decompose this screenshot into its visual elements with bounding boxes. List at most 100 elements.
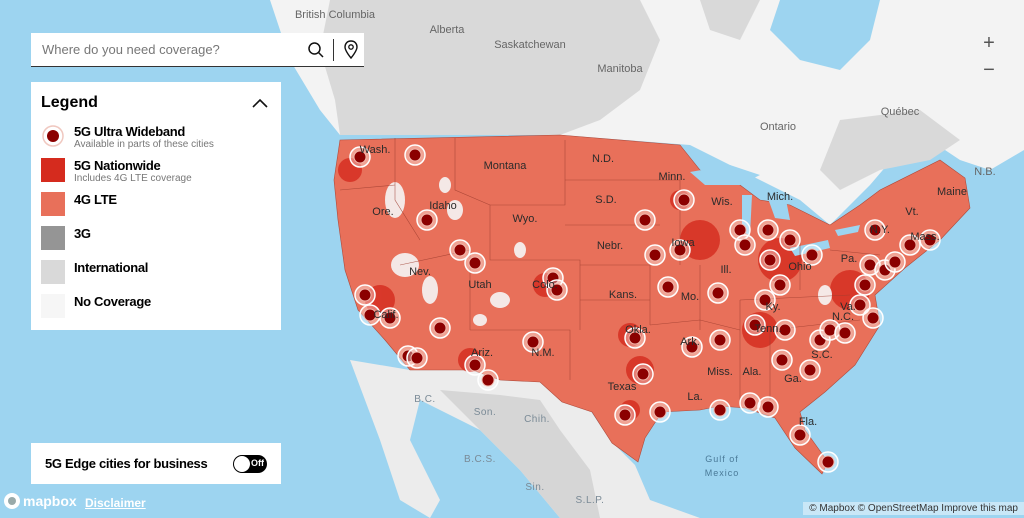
map-label-us: S.D. [595, 194, 616, 206]
legend-swatch [41, 158, 65, 182]
map-label-us: Ariz. [471, 347, 493, 359]
zoom-controls: + − [972, 30, 1006, 84]
uwb-city-marker[interactable] [709, 329, 731, 351]
map-label-us: Montana [484, 160, 528, 172]
map-label-us: Nebr. [597, 240, 623, 252]
uwb-city-marker[interactable] [404, 144, 426, 166]
chevron-up-icon[interactable] [252, 95, 268, 113]
map-label-us: Nev. [409, 266, 431, 278]
uwb-city-marker[interactable] [739, 392, 761, 414]
map-label-us: La. [687, 391, 702, 403]
uwb-city-marker[interactable] [854, 274, 876, 296]
uwb-city-marker[interactable] [406, 347, 428, 369]
5g-edge-label: 5G Edge cities for business [45, 456, 208, 471]
uwb-city-marker[interactable] [799, 359, 821, 381]
map-label-us: Ohio [788, 261, 811, 273]
mapbox-attribution-link[interactable]: © Mapbox [809, 503, 855, 514]
map-label-canada: Québec [881, 106, 920, 118]
legend-item-label: 5G Ultra Wideband [74, 124, 186, 139]
uwb-city-marker[interactable] [757, 396, 779, 418]
uwb-city-marker[interactable] [464, 252, 486, 274]
map-label-us: Wash. [360, 144, 391, 156]
map-label-us: Mass. [910, 231, 939, 243]
us-coverage-4g-lte [333, 134, 971, 475]
search-icon[interactable] [303, 37, 329, 63]
uwb-city-marker[interactable] [657, 276, 679, 298]
map-label-us: Mo. [681, 291, 699, 303]
uwb-city-marker[interactable] [354, 284, 376, 306]
5g-edge-toggle[interactable]: Off [233, 454, 267, 473]
mapbox-wordmark: mapbox [23, 493, 77, 509]
divider [333, 38, 334, 61]
uwb-city-marker[interactable] [429, 317, 451, 339]
uwb-city-marker[interactable] [817, 451, 839, 473]
uwb-city-marker[interactable] [757, 219, 779, 241]
map-label-us: Ill. [721, 264, 732, 276]
search-bar [31, 32, 364, 67]
legend-item-label: 4G LTE [74, 192, 117, 207]
legend-item-label: 3G [74, 226, 91, 241]
map-label-mexico: Chih. [524, 414, 550, 425]
legend-swatch [41, 260, 65, 284]
map-label-us: Kans. [609, 289, 637, 301]
legend-item: International [41, 260, 271, 294]
uwb-city-marker[interactable] [779, 229, 801, 251]
legend-item: 5G Nationwide Includes 4G LTE coverage [41, 158, 271, 192]
uwb-city-marker[interactable] [769, 274, 791, 296]
map-label-us: Iowa [671, 237, 695, 249]
map-label-us: Ky. [765, 301, 780, 313]
legend-item-sub: Includes 4G LTE coverage [74, 173, 192, 184]
map-label-us: Tenn. [755, 323, 782, 335]
disclaimer-link[interactable]: Disclaimer [85, 496, 146, 510]
map-label-us: Maine [937, 186, 967, 198]
map-label-water: Gulf of [705, 454, 739, 464]
osm-attribution-link[interactable]: © OpenStreetMap [858, 503, 939, 514]
uwb-city-marker[interactable] [789, 424, 811, 446]
uwb-city-marker[interactable] [614, 404, 636, 426]
search-input[interactable] [31, 32, 303, 67]
uwb-city-marker[interactable] [644, 244, 666, 266]
uwb-city-marker[interactable] [416, 209, 438, 231]
uwb-city-marker[interactable] [884, 251, 906, 273]
map-label-us: Ala. [743, 366, 762, 378]
uwb-city-marker[interactable] [477, 369, 499, 391]
map-label-water: Mexico [705, 468, 740, 478]
map-label-us: Calif. [373, 309, 398, 321]
uwb-city-marker[interactable] [834, 322, 856, 344]
uwb-city-marker[interactable] [734, 234, 756, 256]
uwb-city-marker[interactable] [771, 349, 793, 371]
map-label-us: Ore. [372, 206, 393, 218]
map-label-us: Mich. [767, 191, 793, 203]
legend-item-label: No Coverage [74, 294, 151, 309]
map-label-us: N.C. [832, 311, 854, 323]
legend-swatch [41, 192, 65, 216]
improve-map-link[interactable]: Improve this map [941, 503, 1018, 514]
location-pin-icon[interactable] [338, 37, 364, 63]
toggle-knob [234, 455, 250, 472]
legend-item-sub: Available in parts of these cities [74, 139, 214, 150]
uwb-city-marker[interactable] [673, 189, 695, 211]
uwb-city-marker[interactable] [759, 249, 781, 271]
uwb-marker-icon [41, 124, 65, 148]
legend-item: 5G Ultra Wideband Available in parts of t… [41, 124, 271, 158]
map-label-canada: N.B. [974, 166, 995, 178]
legend-swatch [41, 226, 65, 250]
map-label-us: Colo. [532, 279, 558, 291]
mapbox-icon [4, 493, 20, 509]
legend-item-label: 5G Nationwide [74, 158, 161, 173]
uwb-city-marker[interactable] [707, 282, 729, 304]
map-label-us: Idaho [429, 200, 457, 212]
uwb-city-marker[interactable] [634, 209, 656, 231]
map-label-canada: British Columbia [295, 9, 376, 21]
zoom-out-button[interactable]: − [972, 57, 1006, 84]
zoom-in-button[interactable]: + [972, 30, 1006, 57]
uwb-city-marker[interactable] [709, 399, 731, 421]
map-label-us: Texas [608, 381, 637, 393]
legend-item: 3G [41, 226, 271, 260]
toggle-state: Off [251, 457, 264, 468]
map-label-us: S.C. [811, 349, 832, 361]
legend-swatch [41, 294, 65, 318]
map-label-canada: Ontario [760, 121, 796, 133]
mapbox-logo[interactable]: mapbox [4, 493, 77, 509]
uwb-city-marker[interactable] [649, 401, 671, 423]
